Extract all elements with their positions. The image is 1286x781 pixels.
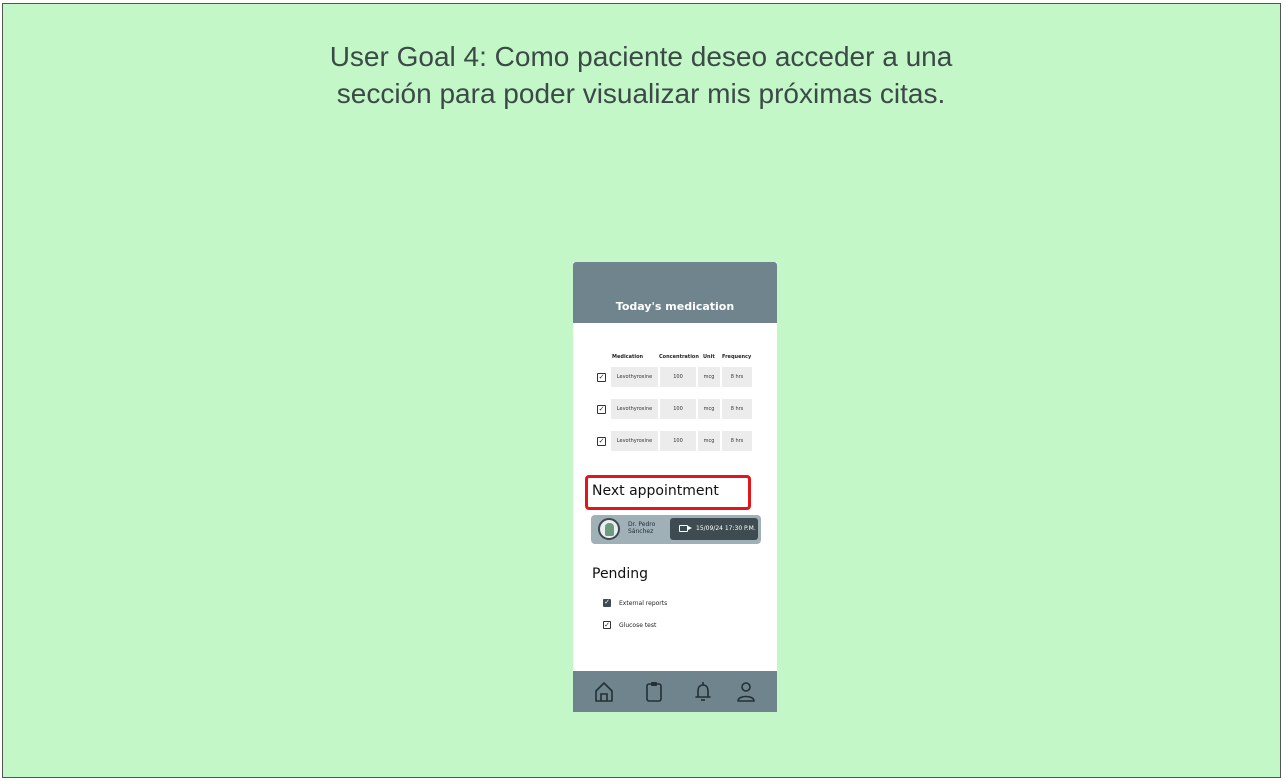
doctor-name-line-2: Sánchez	[628, 528, 654, 535]
pending-title: Pending	[592, 566, 648, 582]
medication-unit: mcg	[698, 399, 720, 419]
doctor-name-line-1: Dr. Pedro	[628, 521, 656, 528]
pending-checkbox[interactable]: ✓	[603, 599, 611, 607]
medication-row: ✓ Levothyroxine 100 mcg 8 hrs	[573, 367, 777, 387]
user-goal-title: User Goal 4: Como paciente deseo acceder…	[0, 38, 1282, 112]
page-title: Today's medication	[615, 300, 735, 313]
medication-frequency: 8 hrs	[722, 399, 752, 419]
medication-concentration: 100	[660, 367, 696, 387]
video-camera-icon	[679, 525, 692, 532]
medication-unit: mcg	[698, 367, 720, 387]
appointment-card[interactable]: Dr. Pedro Sánchez 15/09/24 17:30 P.M.	[591, 515, 761, 544]
col-header-frequency: Frequency	[722, 354, 752, 360]
medication-row: ✓ Levothyroxine 100 mcg 8 hrs	[573, 399, 777, 419]
appointment-join-button[interactable]: 15/09/24 17:30 P.M.	[670, 518, 758, 540]
phone-header: Today's medication	[573, 262, 777, 323]
medication-frequency: 8 hrs	[722, 367, 752, 387]
doctor-name: Dr. Pedro Sánchez	[628, 521, 655, 535]
medication-name: Levothyroxine	[611, 399, 658, 419]
bottom-nav	[573, 671, 777, 712]
medication-concentration: 100	[660, 399, 696, 419]
user-icon[interactable]	[735, 680, 757, 704]
medication-row: ✓ Levothyroxine 100 mcg 8 hrs	[573, 431, 777, 451]
medication-checkbox[interactable]: ✓	[597, 405, 606, 414]
user-goal-line-2: sección para poder visualizar mis próxim…	[336, 78, 946, 109]
medication-frequency: 8 hrs	[722, 431, 752, 451]
pending-label: Glucose test	[619, 622, 657, 629]
pending-checkbox[interactable]: ✓	[603, 621, 611, 629]
medication-name: Levothyroxine	[611, 367, 658, 387]
home-icon[interactable]	[593, 680, 615, 704]
bell-icon[interactable]	[692, 680, 714, 704]
clipboard-icon[interactable]	[643, 680, 665, 704]
next-appointment-highlight	[585, 475, 751, 510]
pending-label: External reports	[619, 600, 668, 607]
medication-concentration: 100	[660, 431, 696, 451]
doctor-avatar	[598, 518, 620, 540]
col-header-unit: Unit	[703, 354, 715, 360]
medication-unit: mcg	[698, 431, 720, 451]
doctor-icon	[605, 523, 614, 536]
col-header-concentration: Concentration	[659, 354, 699, 360]
medication-name: Levothyroxine	[611, 431, 658, 451]
appointment-datetime: 15/09/24 17:30 P.M.	[696, 525, 756, 532]
user-goal-line-1: User Goal 4: Como paciente deseo acceder…	[329, 41, 953, 72]
col-header-medication: Medication	[612, 354, 644, 360]
medication-checkbox[interactable]: ✓	[597, 437, 606, 446]
medication-checkbox[interactable]: ✓	[597, 373, 606, 382]
